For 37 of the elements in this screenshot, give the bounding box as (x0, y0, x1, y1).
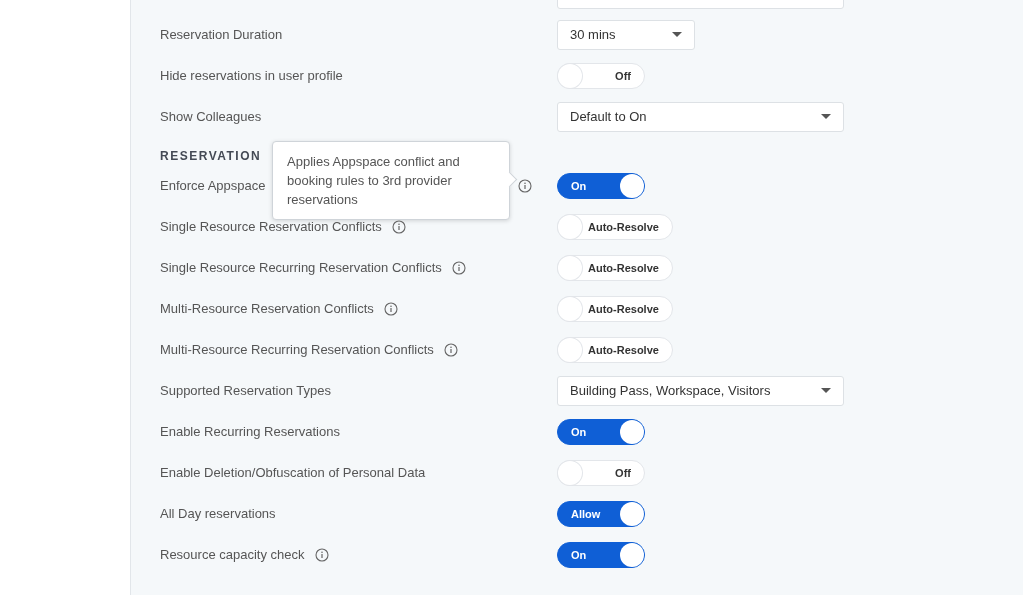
toggle-switch[interactable]: Allow (557, 500, 645, 527)
section-heading: RESERVATION (160, 149, 262, 163)
info-icon[interactable] (391, 219, 406, 234)
toggle-switch[interactable]: Off (557, 62, 645, 89)
setting-label: Single Resource Reservation Conflicts (160, 219, 382, 234)
setting-label: Single Resource Recurring Reservation Conflicts (160, 260, 442, 275)
info-icon[interactable] (518, 178, 532, 193)
toggle-switch[interactable]: On (557, 541, 645, 568)
dropdown[interactable]: 30 mins (557, 19, 695, 50)
toggle-switch[interactable]: Auto-Resolve (557, 213, 673, 240)
toggle-switch[interactable]: Auto-Resolve (557, 336, 673, 363)
setting-label: Enable Recurring Reservations (160, 424, 340, 439)
toggle-switch[interactable]: Auto-Resolve (557, 254, 673, 281)
setting-label: Hide reservations in user profile (160, 68, 343, 83)
info-icon[interactable] (314, 547, 329, 562)
info-icon[interactable] (451, 260, 466, 275)
caret-icon (672, 31, 682, 38)
tooltip-text: Applies Appspace conflict and booking rules to 3rd provider reservations (287, 154, 460, 207)
toggle-switch[interactable]: Off (557, 459, 645, 486)
caret-icon (821, 387, 831, 394)
setting-label: Multi-Resource Recurring Reservation Conflicts (160, 342, 434, 357)
toggle-switch[interactable]: On (557, 418, 645, 445)
setting-label: Supported Reservation Types (160, 383, 332, 398)
setting-label: Show Colleagues (160, 109, 262, 124)
caret-icon (821, 113, 831, 120)
toggle-switch[interactable]: On (557, 172, 645, 199)
setting-label: Enforce Appspace (160, 178, 266, 193)
info-icon[interactable] (443, 342, 458, 357)
setting-label: Reservation Duration (160, 27, 283, 42)
setting-label: All Day reservations (160, 506, 276, 521)
dropdown[interactable]: Building Pass, Workspace, Visitors (557, 375, 844, 406)
toggle-switch[interactable]: Auto-Resolve (557, 295, 673, 322)
setting-label: Multi-Resource Reservation Conflicts (160, 301, 374, 316)
dropdown[interactable]: Default to On (557, 101, 844, 132)
setting-label: Enable Deletion/Obfuscation of Personal Data (160, 465, 426, 480)
info-icon[interactable] (383, 301, 398, 316)
setting-label: Resource capacity check (160, 547, 305, 562)
